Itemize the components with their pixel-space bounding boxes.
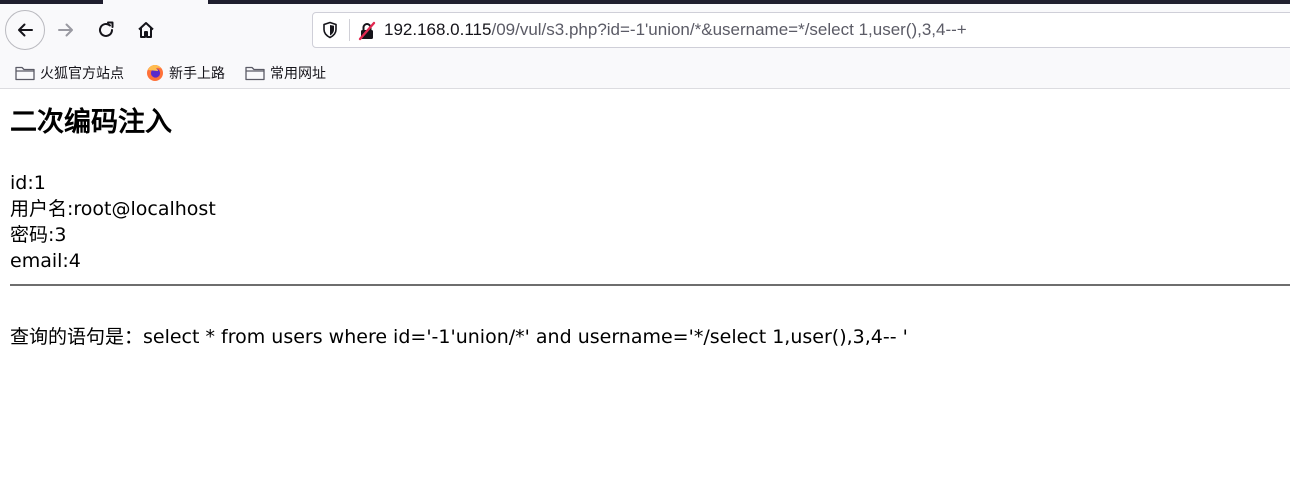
insecure-lock-icon[interactable]	[357, 21, 377, 41]
home-icon	[138, 22, 154, 38]
url-path: /09/vul/s3.php?id=-1'union/*&username=*/…	[491, 20, 967, 39]
bookmark-firefox-official[interactable]: 火狐官方站点	[15, 62, 124, 84]
result-info: id:1 用户名:root@localhost 密码:3 email:4	[10, 170, 1290, 274]
folder-icon	[245, 66, 265, 81]
url-text[interactable]: 192.168.0.115/09/vul/s3.php?id=-1'union/…	[384, 20, 967, 40]
reload-icon	[99, 21, 114, 37]
url-host: 192.168.0.115	[384, 20, 492, 39]
home-button[interactable]	[126, 10, 166, 50]
folder-icon	[15, 66, 35, 81]
bookmark-label: 火狐官方站点	[40, 66, 124, 82]
address-bar[interactable]: 192.168.0.115/09/vul/s3.php?id=-1'union/…	[312, 12, 1290, 48]
forward-button[interactable]	[46, 10, 86, 50]
password-line: 密码:3	[10, 224, 67, 246]
arrow-left-icon	[18, 23, 33, 37]
page-title: 二次编码注入	[10, 107, 172, 138]
query-statement: 查询的语句是：select * from users where id='-1'…	[10, 326, 908, 348]
email-line: email:4	[10, 250, 81, 272]
address-bar-separator	[349, 19, 350, 41]
reload-button[interactable]	[86, 10, 126, 50]
bookmark-label: 常用网址	[270, 66, 326, 82]
id-line: id:1	[10, 172, 46, 194]
firefox-icon	[147, 65, 163, 81]
bookmarks-toolbar: 火狐官方站点 新手上路 常用网址	[0, 56, 1290, 89]
bookmark-getting-started[interactable]: 新手上路	[146, 62, 225, 84]
arrow-right-icon	[58, 23, 73, 37]
navigation-toolbar: 192.168.0.115/09/vul/s3.php?id=-1'union/…	[0, 4, 1290, 56]
username-line: 用户名:root@localhost	[10, 198, 216, 220]
tracking-protection-shield-icon[interactable]	[321, 21, 339, 39]
page-content: 二次编码注入 id:1 用户名:root@localhost 密码:3 emai…	[10, 90, 1290, 350]
bookmark-label: 新手上路	[169, 66, 225, 82]
back-button[interactable]	[5, 10, 45, 50]
bookmark-common-sites[interactable]: 常用网址	[245, 62, 326, 84]
divider	[10, 284, 1290, 286]
